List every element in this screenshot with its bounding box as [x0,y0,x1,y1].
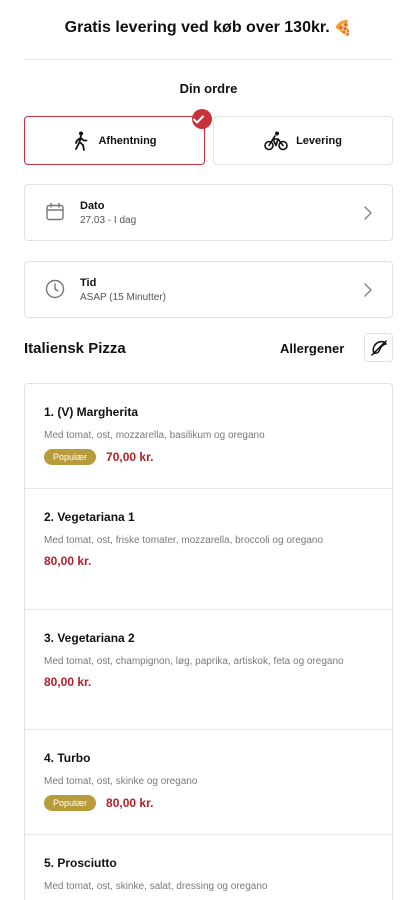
item-description: Med tomat, ost, skinke og oregano [44,776,198,787]
banner-text: Gratis levering ved køb over 130kr. [64,19,330,36]
allergen-button[interactable] [364,333,393,362]
menu-item[interactable]: 4. Turbo Med tomat, ost, skinke og orega… [25,730,392,835]
item-description: Med tomat, ost, mozzarella, basilikum og… [44,430,265,441]
popular-badge: Populær [44,795,97,811]
item-name: 5. Prosciutto [44,856,117,870]
clock-icon [45,279,65,299]
item-price: 80,00 kr. [44,675,92,689]
allergen-icon [370,339,387,356]
item-name: 3. Vegetariana 2 [44,631,135,645]
delivery-label: Levering [296,134,342,147]
chevron-right-icon [364,283,372,297]
menu-item[interactable]: 2. Vegetariana 1 Med tomat, ost, friske … [25,489,392,610]
date-label: Dato [80,200,105,212]
walking-person-icon [75,131,88,151]
selected-check-icon [192,109,212,129]
popular-badge: Populær [44,449,97,465]
order-title: Din ordre [179,81,238,96]
menu-item[interactable]: 1. (V) Margherita Med tomat, ost, mozzar… [25,384,392,489]
menu-item[interactable]: 5. Prosciutto Med tomat, ost, skinke, sa… [25,835,392,900]
delivery-option[interactable]: Levering [213,116,393,165]
chevron-right-icon [364,206,372,220]
date-value: 27.03 - I dag [80,215,137,226]
category-title: Italiensk Pizza [24,340,126,357]
item-description: Med tomat, ost, friske tomater, mozzarel… [44,535,324,546]
item-price: 70,00 kr. [106,450,154,464]
pickup-option[interactable]: Afhentning [24,109,212,165]
free-delivery-banner: Gratis levering ved køb over 130kr. 🍕 [0,0,417,56]
time-value: ASAP (15 Minutter) [80,292,166,303]
time-selector[interactable]: Tid ASAP (15 Minutter) [24,261,393,318]
allergen-label[interactable]: Allergener [280,341,344,356]
item-description: Med tomat, ost, skinke, salat, dressing … [44,881,268,892]
item-description: Med tomat, ost, champignon, løg, paprika… [44,656,344,667]
item-price: 80,00 kr. [44,554,92,568]
divider [24,59,393,60]
item-name: 2. Vegetariana 1 [44,510,135,524]
item-price: 80,00 kr. [106,796,154,810]
pickup-label: Afhentning [98,134,157,147]
time-label: Tid [80,277,97,289]
menu-item[interactable]: 3. Vegetariana 2 Med tomat, ost, champig… [25,610,392,730]
date-selector[interactable]: Dato 27.03 - I dag [24,184,393,241]
item-name: 4. Turbo [44,751,91,765]
item-name: 1. (V) Margherita [44,405,139,419]
bicycle-icon [264,131,288,150]
menu-list: 1. (V) Margherita Med tomat, ost, mozzar… [24,383,393,900]
calendar-icon [46,202,64,221]
pizza-icon: 🍕 [333,20,353,37]
